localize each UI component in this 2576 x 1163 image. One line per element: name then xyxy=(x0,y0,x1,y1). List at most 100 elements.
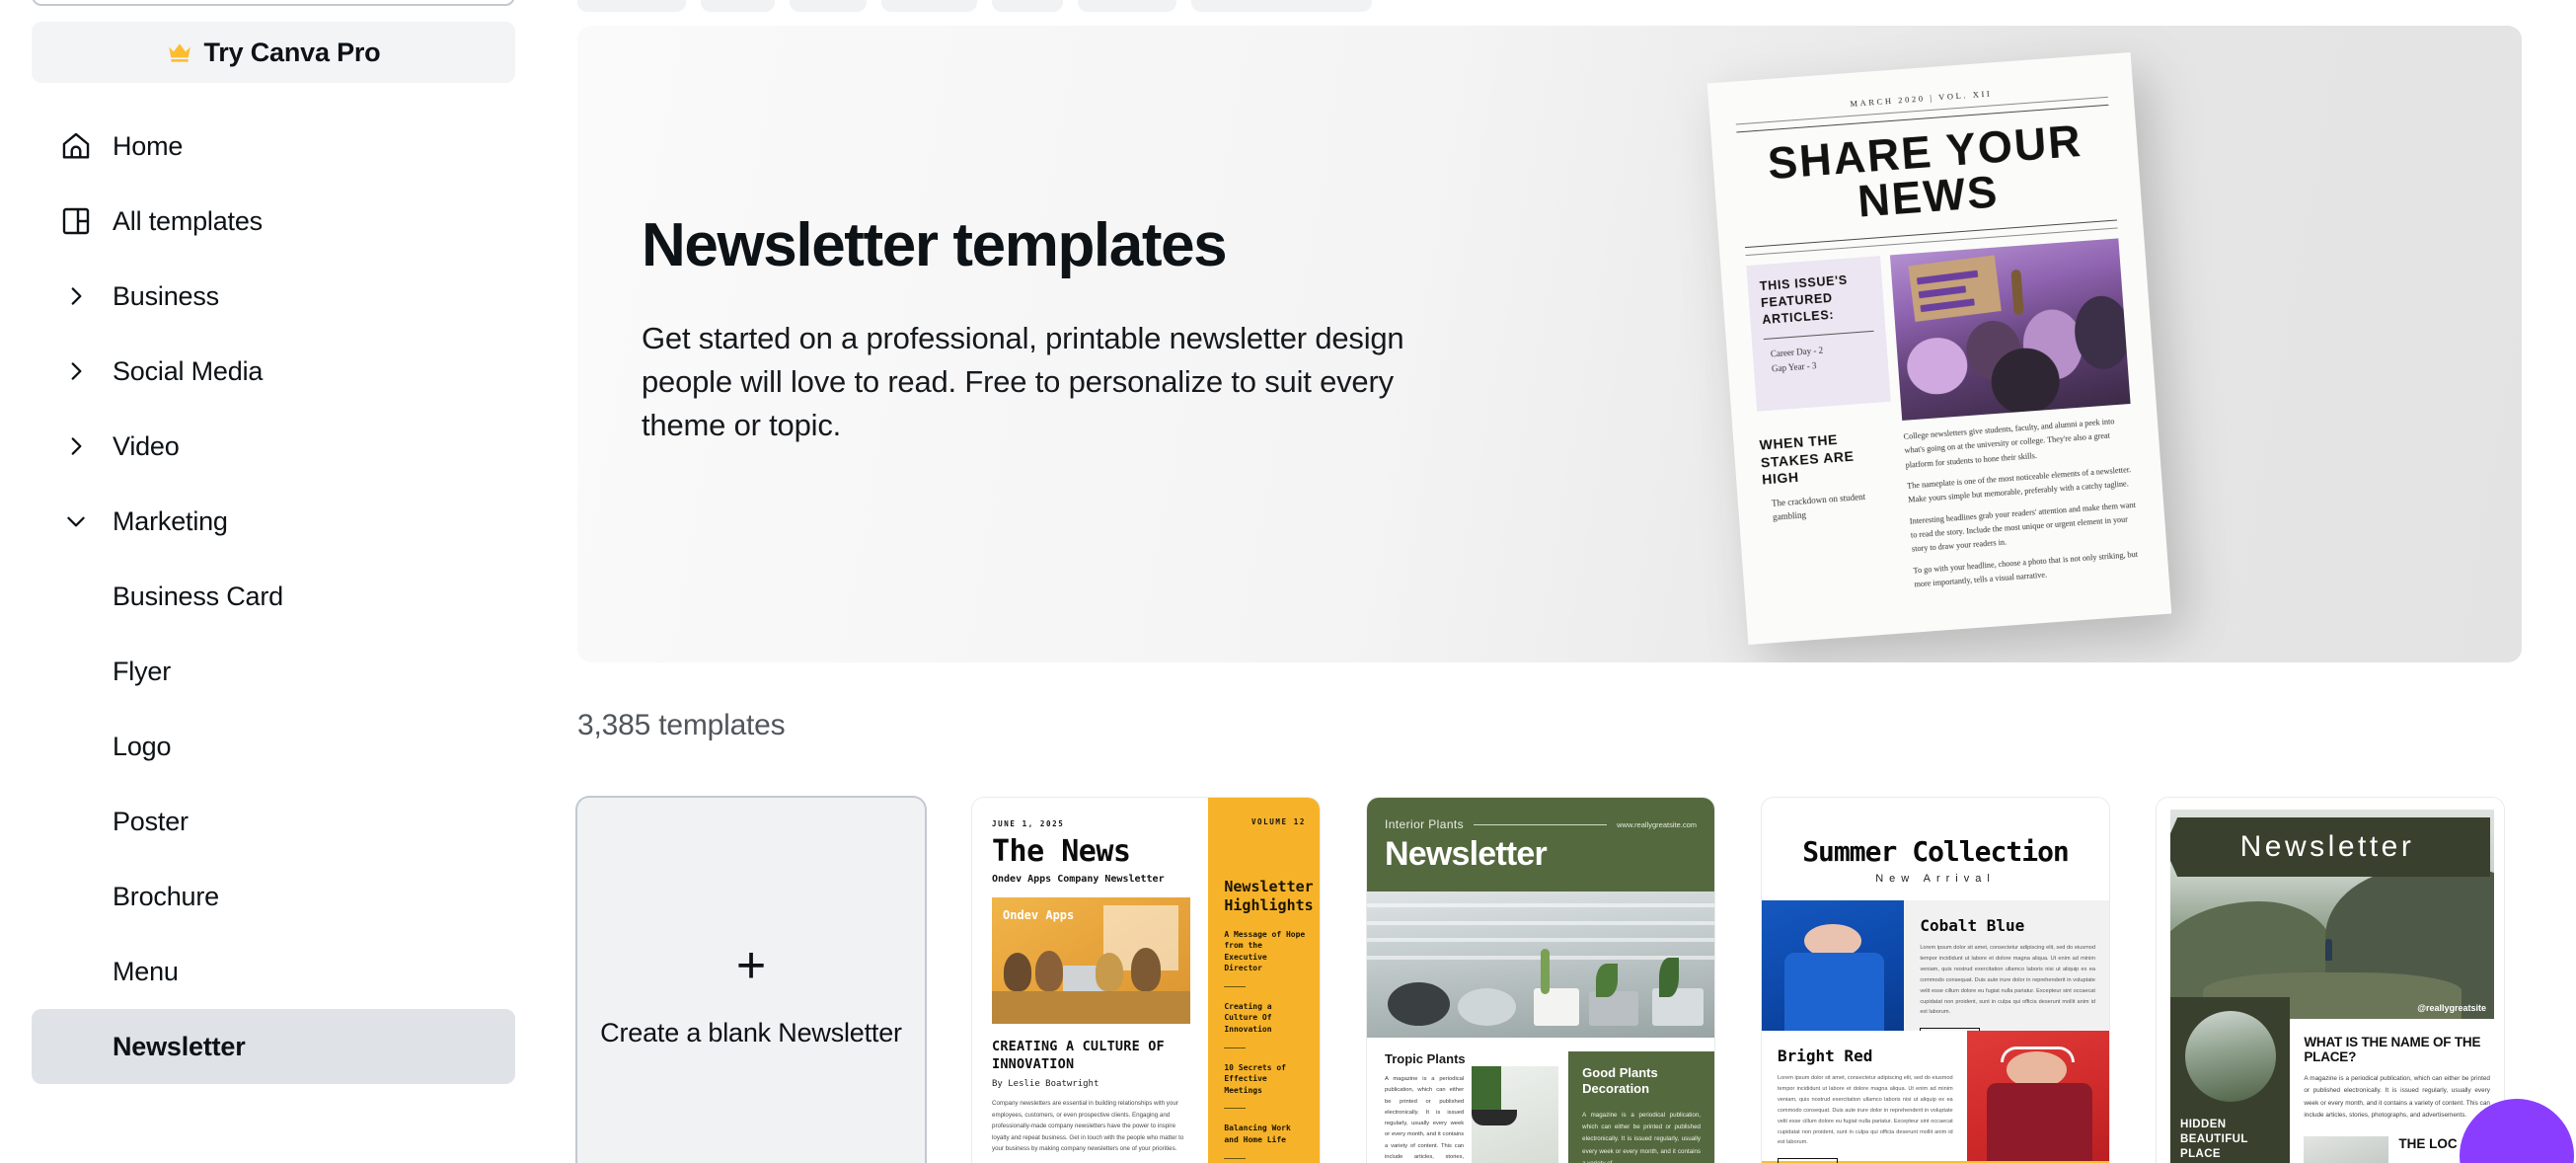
sidebar-item-label: Logo xyxy=(113,731,172,761)
sidebar-item-all-templates[interactable]: All templates xyxy=(32,184,515,259)
card-title: The News xyxy=(992,834,1131,869)
preview-column-text: Interesting headlines grab your readers'… xyxy=(1909,500,2137,554)
filter-chip[interactable] xyxy=(1191,0,1372,12)
sidebar-item-label: Social Media xyxy=(113,355,264,386)
card-thumb-photo xyxy=(2184,1011,2276,1102)
card-section-heading: HIDDEN BEAUTIFUL PLACE xyxy=(2180,1119,2248,1160)
card-sidebar-title: Newsletter Highlights xyxy=(1224,878,1314,914)
card-byline: By Leslie Boatwright xyxy=(992,1079,1099,1090)
sidebar-nav: Home All templates Business Social Media… xyxy=(32,109,515,1084)
card-section-heading: Good Plants Decoration xyxy=(1582,1065,1658,1097)
sidebar-item-business[interactable]: Business xyxy=(32,259,515,334)
card-date: JUNE 1, 2025 xyxy=(992,819,1065,828)
card-photo xyxy=(1762,900,1905,1031)
try-canva-pro-button[interactable]: Try Canva Pro xyxy=(32,22,515,83)
template-card-the-news[interactable]: JUNE 1, 2025 The News Ondev Apps Company… xyxy=(972,798,1320,1163)
chevron-right-icon xyxy=(53,358,99,384)
card-title: Newsletter xyxy=(2239,830,2415,863)
card-thumb-photo xyxy=(2304,1135,2389,1163)
template-count: 3,385 templates xyxy=(577,709,786,741)
divider xyxy=(1474,823,1608,825)
template-card-travel-newsletter[interactable]: Newsletter @reallygreatsite HIDDEN BEAUT… xyxy=(2157,798,2504,1163)
card-article-title: CREATING A CULTURE OF INNOVATION xyxy=(992,1039,1165,1072)
card-thumb-photo xyxy=(1472,1066,1559,1163)
divider xyxy=(1763,330,1874,340)
card-body-text: Lorem ipsum dolor sit amet, consectetur … xyxy=(1778,1075,1953,1146)
sidebar-item-logo[interactable]: Logo xyxy=(32,709,515,784)
sidebar-item-label: Home xyxy=(113,130,184,161)
filter-chip[interactable] xyxy=(577,0,686,12)
divider xyxy=(1224,1157,1247,1159)
card-highlight: A Message of Hope from the Executive Dir… xyxy=(1224,929,1306,973)
sidebar-item-label: Marketing xyxy=(113,505,228,536)
search-input[interactable] xyxy=(32,0,515,6)
sidebar-item-label: Newsletter xyxy=(113,1031,246,1061)
canva-templates-page: Try Canva Pro Home All templates Busines… xyxy=(0,0,2576,1163)
card-banner: Newsletter xyxy=(2170,817,2490,877)
sidebar-item-menu[interactable]: Menu xyxy=(32,934,515,1009)
preview-featured-box: THIS ISSUE'S FEATURED ARTICLES: Career D… xyxy=(1746,256,1891,412)
home-icon xyxy=(53,129,99,163)
sidebar-item-label: Menu xyxy=(113,956,179,986)
card-section-heading: THE LOC xyxy=(2398,1135,2458,1151)
card-body-text: Lorem ipsum dolor sit amet, consectetur … xyxy=(1920,945,2095,1016)
card-kicker: Interior Plants xyxy=(1385,817,1465,831)
card-photo xyxy=(1367,892,1714,1038)
try-canva-pro-label: Try Canva Pro xyxy=(203,37,381,67)
sidebar-item-business-card[interactable]: Business Card xyxy=(32,559,515,634)
preview-sub-caption: The crackdown on student gambling xyxy=(1771,491,1866,522)
filter-chip[interactable] xyxy=(790,0,867,12)
sidebar-item-poster[interactable]: Poster xyxy=(32,784,515,859)
sidebar-item-label: Business Card xyxy=(113,581,283,611)
card-volume: VOLUME 12 xyxy=(1250,817,1306,826)
sidebar-item-label: Brochure xyxy=(113,881,219,911)
card-photo: Ondev Apps xyxy=(992,897,1191,1024)
card-highlight: Creating a Culture Of Innovation xyxy=(1224,1001,1272,1035)
card-item-heading: Cobalt Blue xyxy=(1920,916,2025,935)
divider xyxy=(1224,985,1247,987)
crown-icon xyxy=(168,43,190,62)
chevron-down-icon xyxy=(53,508,99,534)
main-content: Newsletter templates Get started on a pr… xyxy=(553,0,2576,1163)
template-card-summer-collection[interactable]: Summer Collection New Arrival Cobalt Blu… xyxy=(1762,798,2109,1163)
preview-protest-photo xyxy=(1890,238,2131,421)
card-subtitle: New Arrival xyxy=(1875,873,1996,885)
sidebar-item-label: Poster xyxy=(113,806,189,836)
sidebar-item-label: Video xyxy=(113,430,180,461)
hero-text: Newsletter templates Get started on a pr… xyxy=(642,213,1461,447)
card-item-heading: Bright Red xyxy=(1778,1047,1873,1065)
card-photo xyxy=(1966,1031,2109,1161)
chevron-right-icon xyxy=(53,283,99,309)
card-highlight: Balancing Work and Home Life xyxy=(1224,1124,1291,1145)
card-section-heading: Tropic Plants xyxy=(1385,1051,1466,1066)
sidebar-item-home[interactable]: Home xyxy=(32,109,515,184)
sidebar-item-marketing[interactable]: Marketing xyxy=(32,484,515,559)
sidebar-item-label: Business xyxy=(113,280,219,311)
card-title: Newsletter xyxy=(1385,835,1548,873)
sidebar-item-brochure[interactable]: Brochure xyxy=(32,859,515,934)
divider xyxy=(1224,1047,1247,1048)
filter-chip[interactable] xyxy=(881,0,977,12)
card-section-heading: WHAT IS THE NAME OF THE PLACE? xyxy=(2304,1035,2481,1064)
template-card-interior-plants[interactable]: Interior Plants www.reallygreatsite.com … xyxy=(1367,798,1714,1163)
card-handle: @reallygreatsite xyxy=(2417,1003,2486,1013)
sidebar: Try Canva Pro Home All templates Busines… xyxy=(0,0,553,1163)
filter-chip[interactable] xyxy=(701,0,775,12)
preview-headline: SHARE YOUR NEWS xyxy=(1766,115,2084,227)
sidebar-item-flyer[interactable]: Flyer xyxy=(32,634,515,709)
filter-chip[interactable] xyxy=(1078,0,1176,12)
sidebar-item-video[interactable]: Video xyxy=(32,409,515,484)
preview-sub-headline: WHEN THE STAKES ARE HIGH xyxy=(1759,431,1855,488)
plus-icon: + xyxy=(735,936,767,994)
preview-column-text: College newsletters give students, facul… xyxy=(1903,417,2115,470)
sidebar-item-newsletter[interactable]: Newsletter xyxy=(32,1009,515,1084)
card-body-text: A magazine is a periodical publication, … xyxy=(2304,1075,2490,1120)
create-blank-label: Create a blank Newsletter xyxy=(600,1017,902,1047)
create-blank-newsletter-card[interactable]: + Create a blank Newsletter xyxy=(577,798,925,1163)
sidebar-item-label: Flyer xyxy=(113,656,171,686)
sidebar-item-social-media[interactable]: Social Media xyxy=(32,334,515,409)
newsletter-preview-image: MARCH 2020 | VOL. XII SHARE YOUR NEWS TH… xyxy=(1706,52,2172,645)
filter-chip[interactable] xyxy=(992,0,1063,12)
chevron-right-icon xyxy=(53,433,99,459)
shop-now-button[interactable]: Shop Now xyxy=(1778,1158,1838,1163)
